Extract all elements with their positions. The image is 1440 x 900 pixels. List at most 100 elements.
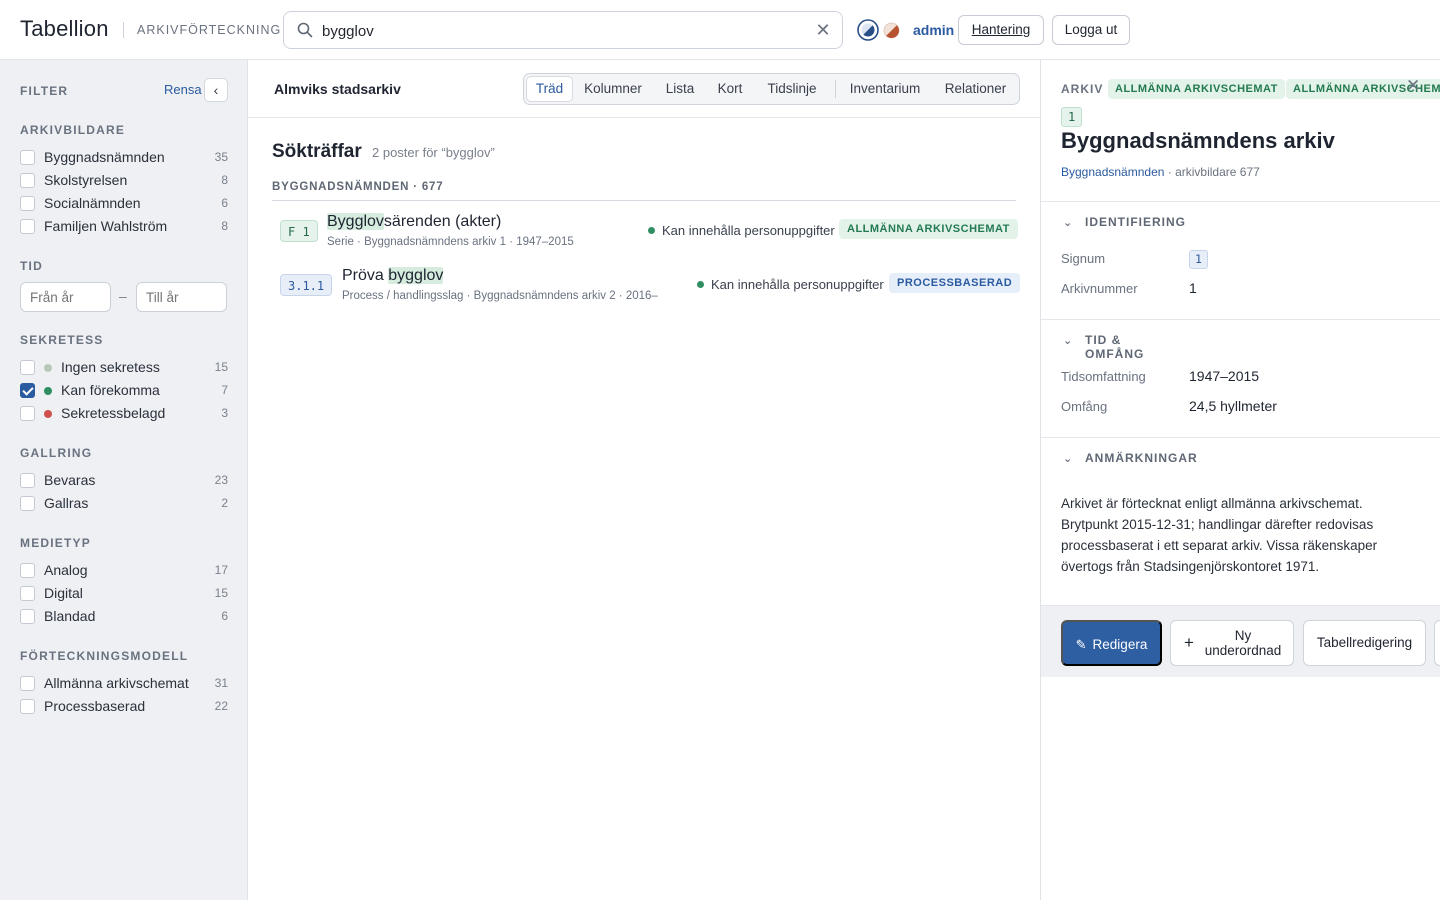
filter-option-count: 6 [221,196,228,210]
filter-option[interactable]: Byggnadsnämnden 35 [20,148,228,168]
checkbox[interactable] [20,496,35,511]
checkbox[interactable] [20,150,35,165]
creator-number: · arkivbildare 677 [1164,165,1260,179]
tab-kolumner[interactable]: Kolumner [579,76,647,102]
checkbox-checked[interactable] [20,383,35,398]
record-kind: ARKIV [1061,82,1104,96]
user-name[interactable]: admin [913,22,954,38]
filter-group-title: SEKRETESS [20,333,104,347]
search-input[interactable] [322,20,802,42]
divider [1041,319,1440,320]
tab-tidslinje[interactable]: Tidslinje [760,76,824,102]
main-toolbar: Almviks stadsarkiv Träd Kolumner Lista K… [248,60,1040,118]
filter-option-label: Allmänna arkivschemat [44,675,189,691]
filter-option-count: 8 [221,173,228,187]
filter-option-count: 6 [221,609,228,623]
search-box[interactable]: ✕ [283,11,843,49]
result-title-rest: särenden (akter) [383,213,502,230]
checkbox[interactable] [20,676,35,691]
status-dot [648,227,655,234]
search-result-row[interactable]: F 1 Bygglovsärenden (akter) Serie · Bygg… [280,213,1018,257]
edit-button[interactable]: ✎ Redigera [1061,620,1162,666]
result-meta: Process / handlingsslag · Byggnadsnämnde… [342,290,658,302]
checkbox[interactable] [20,360,35,375]
filter-option-label: Socialnämnden [44,195,141,211]
checkbox[interactable] [20,219,35,234]
result-title[interactable]: Bygglovsärenden (akter) [327,213,501,231]
brand-logo[interactable]: Tabellion [20,16,109,42]
top-header: Tabellion ARKIVFÖRTECKNING ✕ admin Hante… [0,0,1440,60]
filter-option-label: Gallras [44,495,89,511]
field-value: 1 [1189,280,1197,296]
filter-option[interactable]: Digital 15 [20,584,228,604]
table-edit-button[interactable]: Tabellredigering [1303,620,1426,666]
filter-option[interactable]: Socialnämnden 6 [20,194,228,214]
checkbox[interactable] [20,609,35,624]
filter-title: FILTER [20,84,69,98]
theme-toggle-icon[interactable] [857,19,879,41]
filter-option-count: 7 [221,383,228,397]
new-child-label-2: underordnad [1204,643,1282,658]
filter-option-label: Byggnadsnämnden [44,149,165,165]
tab-kort[interactable]: Kort [711,76,749,102]
section-title: ANMÄRKNINGAR [1085,451,1198,465]
palette-icon[interactable] [883,22,900,39]
checkbox[interactable] [20,473,35,488]
checkbox[interactable] [20,406,35,421]
creator-link[interactable]: Byggnadsnämnden [1061,165,1164,179]
filter-option[interactable]: Kan förekomma 7 [20,381,228,401]
filter-option[interactable]: Gallras 2 [20,494,228,514]
filter-option-count: 22 [214,699,228,713]
filter-option[interactable]: Allmänna arkivschemat 31 [20,674,228,694]
tab-lista[interactable]: Lista [658,76,702,102]
filter-option-count: 15 [214,586,228,600]
tab-inventarium[interactable]: Inventarium [844,76,926,102]
result-title[interactable]: Pröva bygglov [342,267,444,285]
manage-button[interactable]: Hantering [958,15,1044,45]
filter-option[interactable]: Skolstyrelsen 8 [20,171,228,191]
year-from-input[interactable] [20,282,111,312]
field-label: Signum [1061,251,1106,266]
filter-option-count: 8 [221,219,228,233]
model-badge: ALLMÄNNA ARKIVSCHEMAT [839,219,1018,239]
signum-chip: 1 [1061,107,1083,127]
clear-filters-link[interactable]: Rensa [164,82,202,97]
tab-trad[interactable]: Träd [526,76,573,102]
filter-option[interactable]: Analog 17 [20,561,228,581]
search-result-row[interactable]: 3.1.1 Pröva bygglov Process / handlingss… [280,267,1021,311]
divider [1041,201,1440,202]
field-label: Tidsomfattning [1061,369,1146,384]
filter-option[interactable]: Familjen Wahlström 8 [20,217,228,237]
checkbox[interactable] [20,586,35,601]
results-title: Sökträffar [272,141,362,162]
filter-option[interactable]: Bevaras 23 [20,471,228,491]
logout-button[interactable]: Logga ut [1052,15,1130,45]
filter-option[interactable]: Ingen sekretess 15 [20,358,228,378]
search-highlight: bygglov [388,267,444,284]
year-to-input[interactable] [136,282,227,312]
status-dot [44,387,52,395]
checkbox[interactable] [20,173,35,188]
filter-sidebar: FILTER Rensa ‹ ARKIVBILDARE Byggnadsnämn… [0,60,248,900]
filter-option[interactable]: Blandad 6 [20,607,228,627]
close-icon[interactable]: ✕ [1406,76,1420,96]
new-child-button[interactable]: + Ny underordnad [1170,620,1294,666]
brand-subtitle: ARKIVFÖRTECKNING [137,23,282,37]
filter-option-label: Skolstyrelsen [44,172,128,188]
filter-option[interactable]: Processbaserad 22 [20,697,228,717]
year-range-separator: – [119,288,127,304]
filter-option-count: 23 [214,473,228,487]
tab-relationer[interactable]: Relationer [937,76,1014,102]
divider [1041,437,1440,438]
checkbox[interactable] [20,563,35,578]
more-actions-button[interactable] [1434,620,1440,666]
checkbox[interactable] [20,699,35,714]
divider [272,200,1016,201]
filter-option[interactable]: Sekretessbelagd 3 [20,404,228,424]
collapse-sidebar-button[interactable]: ‹ [204,78,228,102]
chevron-down-icon: ⌄ [1063,453,1074,465]
clear-search-icon[interactable]: ✕ [814,21,832,39]
view-tabs: Träd Kolumner Lista Kort Tidslinje Inven… [523,73,1020,105]
checkbox[interactable] [20,196,35,211]
tab-divider [835,80,836,98]
